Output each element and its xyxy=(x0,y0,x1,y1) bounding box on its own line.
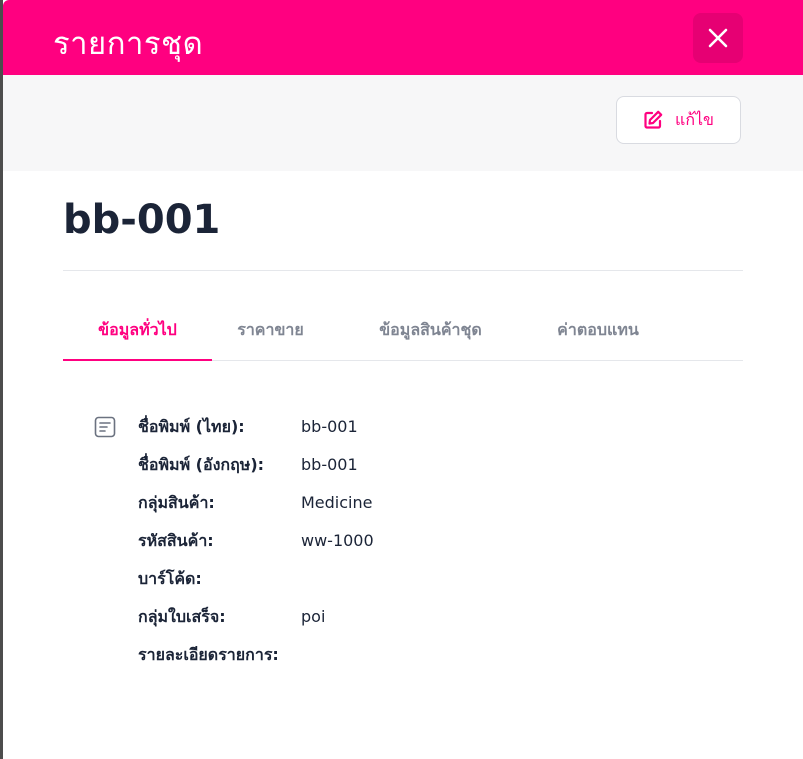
title-divider xyxy=(63,270,743,271)
info-value: Medicine xyxy=(301,493,373,512)
info-label: รายละเอียดรายการ: xyxy=(138,645,279,664)
close-button[interactable] xyxy=(693,13,743,63)
edit-button[interactable]: แก้ไข xyxy=(616,96,741,144)
edit-button-label: แก้ไข xyxy=(675,109,714,129)
tab-bar: ข้อมูลทั่วไป ราคาขาย ข้อมูลสินค้าชุด ค่า… xyxy=(63,300,743,361)
info-label: กลุ่มใบเสร็จ: xyxy=(138,607,226,626)
edit-icon xyxy=(644,110,663,129)
close-icon xyxy=(708,28,728,48)
tab-commission[interactable]: ค่าตอบแทน xyxy=(533,300,663,361)
tab-set-items[interactable]: ข้อมูลสินค้าชุด xyxy=(363,300,498,361)
info-value: ww-1000 xyxy=(301,531,374,550)
item-set-detail-panel: รายการชุด แก้ไข bb-001 ข้อมูลทั่วไป ราคา… xyxy=(3,0,803,759)
record-title: bb-001 xyxy=(63,197,221,243)
info-label: รหัสสินค้า: xyxy=(138,531,214,550)
panel-header: รายการชุด xyxy=(3,0,803,75)
info-value: bb-001 xyxy=(301,417,358,436)
info-value: poi xyxy=(301,607,326,626)
action-toolbar: แก้ไข xyxy=(3,75,803,171)
document-icon xyxy=(94,416,116,438)
info-value: bb-001 xyxy=(301,455,358,474)
tab-selling-price[interactable]: ราคาขาย xyxy=(223,300,318,361)
panel-title: รายการชุด xyxy=(53,26,204,62)
info-label: บาร์โค้ด: xyxy=(138,569,202,588)
info-label: ชื่อพิมพ์ (อังกฤษ): xyxy=(138,455,265,474)
tab-general-info[interactable]: ข้อมูลทั่วไป xyxy=(63,300,212,361)
info-label: ชื่อพิมพ์ (ไทย): xyxy=(138,417,245,436)
info-label: กลุ่มสินค้า: xyxy=(138,493,215,512)
